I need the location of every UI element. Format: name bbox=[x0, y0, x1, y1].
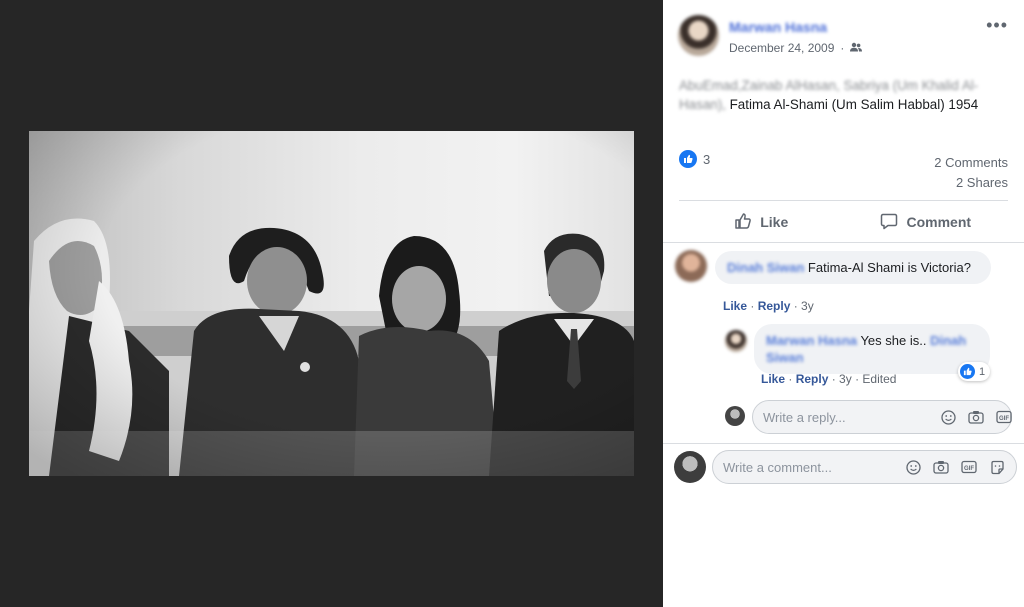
gif-icon[interactable]: GIF bbox=[960, 458, 978, 476]
reply-bubble: Marwan Hasna Yes she is.. Dinah Siwan bbox=[754, 324, 990, 374]
reply-input[interactable] bbox=[763, 409, 939, 425]
reply-tools: GIF bbox=[939, 408, 1024, 426]
camera-icon[interactable] bbox=[932, 458, 950, 476]
like-button[interactable]: Like bbox=[679, 204, 844, 240]
commenter-avatar[interactable] bbox=[675, 250, 707, 282]
comment-meta: Like · Reply · 3y bbox=[723, 299, 814, 313]
comment-button[interactable]: Comment bbox=[844, 204, 1009, 240]
camera-icon[interactable] bbox=[967, 408, 985, 426]
comment-like-link[interactable]: Like bbox=[723, 299, 747, 313]
photo-viewer bbox=[0, 0, 663, 607]
post-actions: Like Comment bbox=[679, 204, 1008, 240]
post-caption: AbuEmad,Zainab AlHasan, Sabriya (Um Khal… bbox=[679, 76, 1012, 114]
comment-reply-link[interactable]: Reply bbox=[758, 299, 791, 313]
comment-bubble: Dinah Siwan Fatima-Al Shami is Victoria? bbox=[715, 251, 991, 284]
like-reaction-icon bbox=[679, 150, 697, 168]
post-panel: Marwan Hasna December 24, 2009 · ••• Abu… bbox=[663, 0, 1024, 607]
sticker-icon[interactable] bbox=[988, 458, 1006, 476]
friends-icon bbox=[850, 41, 863, 55]
like-button-label: Like bbox=[760, 214, 789, 230]
post-meta: December 24, 2009 · bbox=[729, 41, 863, 55]
divider bbox=[663, 443, 1024, 444]
photo-image bbox=[29, 131, 634, 476]
like-reaction-icon bbox=[960, 364, 975, 379]
emoji-icon[interactable] bbox=[939, 408, 957, 426]
caption-text: Fatima Al-Shami (Um Salim Habbal) 1954 bbox=[729, 97, 979, 112]
reply-author-name[interactable]: Marwan Hasna bbox=[766, 333, 857, 348]
reply-time[interactable]: 3y bbox=[839, 372, 852, 386]
comment-button-label: Comment bbox=[906, 214, 972, 230]
svg-text:GIF: GIF bbox=[999, 416, 1009, 422]
comment-icon bbox=[880, 212, 898, 233]
reply-author-avatar[interactable] bbox=[725, 330, 747, 352]
reply-reply-link[interactable]: Reply bbox=[796, 372, 829, 386]
reply-reaction-count: 1 bbox=[979, 365, 986, 378]
divider bbox=[679, 200, 1008, 201]
comments-count[interactable]: 2 Comments bbox=[934, 153, 1008, 173]
more-options-icon[interactable]: ••• bbox=[986, 16, 1008, 34]
comment-input-box: GIF bbox=[712, 450, 1017, 484]
thumbs-up-icon bbox=[734, 212, 752, 233]
like-count: 3 bbox=[703, 151, 711, 167]
reaction-summary[interactable]: 3 bbox=[679, 150, 710, 168]
comment-tools: GIF bbox=[904, 458, 1006, 476]
reply-text: Yes she is.. bbox=[860, 333, 927, 348]
shares-count[interactable]: 2 Shares bbox=[934, 173, 1008, 193]
post-date[interactable]: December 24, 2009 bbox=[729, 41, 834, 55]
emoji-icon[interactable] bbox=[904, 458, 922, 476]
engagement-counts: 2 Comments 2 Shares bbox=[934, 153, 1008, 193]
gif-icon[interactable]: GIF bbox=[995, 408, 1013, 426]
reply-reaction-badge[interactable]: 1 bbox=[958, 362, 991, 381]
comment-input[interactable] bbox=[723, 459, 904, 475]
post-photo[interactable] bbox=[29, 131, 634, 476]
reply-like-link[interactable]: Like bbox=[761, 372, 785, 386]
current-user-avatar bbox=[674, 451, 706, 483]
current-user-avatar bbox=[725, 406, 745, 426]
post-author-name[interactable]: Marwan Hasna bbox=[729, 19, 827, 35]
reply-input-box: GIF bbox=[752, 400, 1012, 434]
svg-text:GIF: GIF bbox=[964, 466, 974, 472]
comment-time[interactable]: 3y bbox=[801, 299, 814, 313]
author-avatar[interactable] bbox=[678, 15, 719, 56]
divider bbox=[663, 242, 1024, 243]
reply-meta: Like · Reply · 3y · Edited bbox=[761, 372, 897, 386]
comment-text: Fatima-Al Shami is Victoria? bbox=[807, 260, 971, 275]
comment-author-name[interactable]: Dinah Siwan bbox=[727, 260, 804, 275]
reply-edited-label[interactable]: Edited bbox=[862, 372, 896, 386]
